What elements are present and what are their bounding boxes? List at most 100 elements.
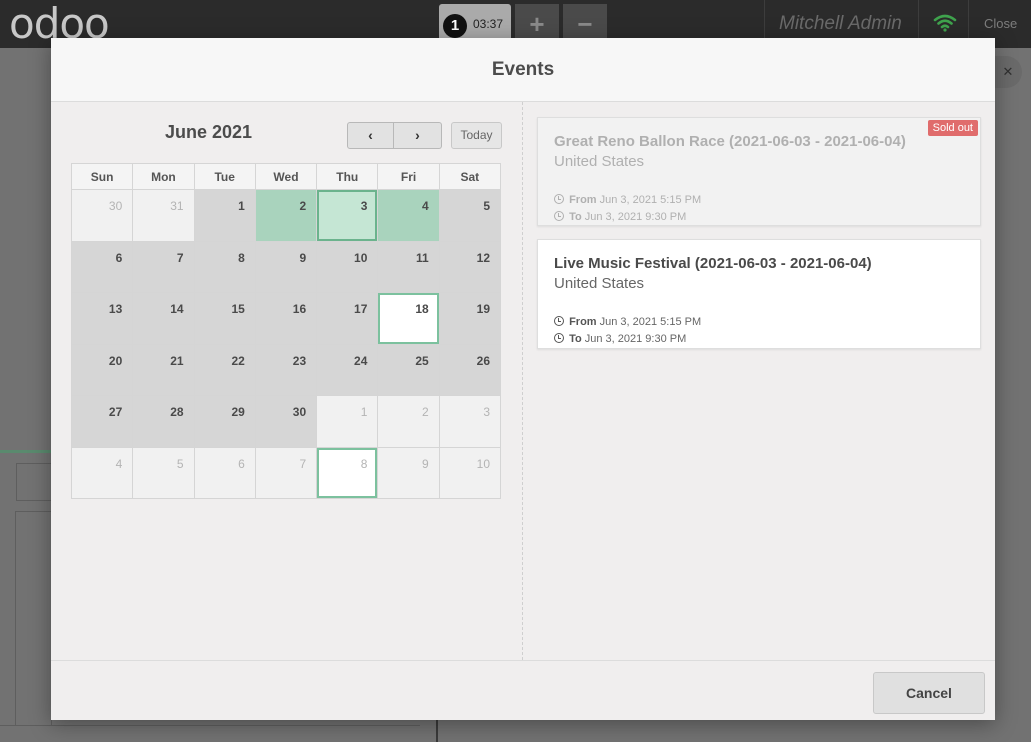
calendar-day-cell[interactable]: 1 bbox=[193, 189, 256, 242]
event-to: To Jun 3, 2021 9:30 PM bbox=[554, 333, 686, 345]
modal-title: Events bbox=[491, 59, 555, 80]
clock-icon bbox=[554, 316, 564, 326]
weekday-header: Tue bbox=[193, 163, 256, 190]
calendar-day-cell[interactable]: 27 bbox=[70, 395, 134, 448]
calendar-day-cell[interactable]: 8 bbox=[316, 446, 379, 499]
wifi-icon[interactable] bbox=[933, 14, 957, 32]
close-pos-button[interactable]: Close bbox=[984, 16, 1017, 31]
calendar-day-cell[interactable]: 11 bbox=[377, 240, 440, 293]
cancel-button[interactable]: Cancel bbox=[873, 672, 985, 714]
calendar-day-cell[interactable]: 10 bbox=[316, 240, 379, 293]
clock-icon bbox=[554, 211, 564, 221]
event-country: United States bbox=[554, 275, 645, 292]
calendar-day-cell[interactable]: 15 bbox=[193, 292, 256, 345]
weekday-header: Wed bbox=[254, 163, 318, 190]
calendar-day-cell[interactable]: 31 bbox=[132, 189, 195, 242]
today-button[interactable]: Today bbox=[451, 122, 502, 149]
order-time: 03:37 bbox=[473, 17, 504, 31]
calendar-day-cell[interactable]: 3 bbox=[438, 395, 502, 448]
calendar-day-cell[interactable]: 30 bbox=[70, 189, 134, 242]
event-card[interactable]: Live Music Festival (2021-06-03 - 2021-0… bbox=[537, 239, 981, 349]
calendar-day-cell[interactable]: 21 bbox=[132, 343, 195, 396]
calendar-day-cell[interactable]: 22 bbox=[193, 343, 256, 396]
background-box bbox=[16, 463, 52, 501]
event-title: Great Reno Ballon Race (2021-06-03 - 202… bbox=[554, 133, 906, 150]
weekday-header: Thu bbox=[316, 163, 379, 190]
event-from: From Jun 3, 2021 5:15 PM bbox=[554, 316, 701, 328]
to-label: To bbox=[569, 333, 582, 345]
background-accent-line bbox=[0, 450, 52, 453]
calendar-day-cell[interactable]: 3 bbox=[316, 189, 379, 242]
next-month-button[interactable]: › bbox=[394, 122, 442, 149]
calendar-day-cell[interactable]: 7 bbox=[254, 446, 318, 499]
calendar-day-cell[interactable]: 9 bbox=[377, 446, 440, 499]
modal-header: Events bbox=[51, 38, 995, 102]
cashier-name[interactable]: Mitchell Admin bbox=[779, 13, 902, 35]
calendar-day-cell[interactable]: 19 bbox=[438, 292, 502, 345]
to-value: Jun 3, 2021 9:30 PM bbox=[584, 333, 687, 345]
from-value: Jun 3, 2021 5:15 PM bbox=[599, 316, 702, 328]
calendar-week-row: 20 21 22 23 24 25 26 bbox=[70, 343, 502, 396]
modal-footer: Cancel bbox=[51, 660, 995, 720]
event-from: From Jun 3, 2021 5:15 PM bbox=[554, 194, 701, 206]
calendar-day-cell[interactable]: 28 bbox=[132, 395, 195, 448]
clock-icon bbox=[554, 333, 564, 343]
calendar-week-row: 27 28 29 30 1 2 3 bbox=[70, 395, 502, 448]
weekday-header: Sat bbox=[438, 163, 502, 190]
calendar-day-cell[interactable]: 16 bbox=[254, 292, 318, 345]
calendar-day-cell[interactable]: 26 bbox=[438, 343, 502, 396]
from-label: From bbox=[569, 316, 597, 328]
calendar-week-row: 6 7 8 9 10 11 12 bbox=[70, 240, 502, 293]
calendar-day-cell[interactable]: 8 bbox=[193, 240, 256, 293]
weekday-row: Sun Mon Tue Wed Thu Fri Sat bbox=[70, 163, 502, 190]
calendar-day-cell[interactable]: 4 bbox=[70, 446, 134, 499]
calendar-day-cell[interactable]: 29 bbox=[193, 395, 256, 448]
event-country: United States bbox=[554, 153, 645, 170]
calendar-day-cell[interactable]: 30 bbox=[254, 395, 318, 448]
calendar-day-cell[interactable]: 23 bbox=[254, 343, 318, 396]
from-label: From bbox=[569, 194, 597, 206]
order-number: 1 bbox=[443, 14, 467, 38]
background-line bbox=[0, 725, 420, 726]
modal-body: June 2021 ‹ › Today Sun Mon Tue Wed Thu … bbox=[51, 102, 995, 660]
calendar-day-cell[interactable]: 1 bbox=[316, 395, 379, 448]
panel-divider bbox=[522, 102, 523, 660]
calendar-day-cell[interactable]: 24 bbox=[316, 343, 379, 396]
calendar-day-cell[interactable]: 25 bbox=[377, 343, 440, 396]
calendar-day-cell[interactable]: 7 bbox=[132, 240, 195, 293]
calendar-day-cell[interactable]: 20 bbox=[70, 343, 134, 396]
calendar-day-cell[interactable]: 14 bbox=[132, 292, 195, 345]
calendar-day-cell[interactable]: 4 bbox=[377, 189, 440, 242]
calendar-week-row: 4 5 6 7 8 9 10 bbox=[70, 446, 502, 499]
to-value: Jun 3, 2021 9:30 PM bbox=[584, 211, 687, 223]
calendar-day-cell[interactable]: 2 bbox=[254, 189, 318, 242]
weekday-header: Sun bbox=[70, 163, 134, 190]
calendar-day-cell[interactable]: 2 bbox=[377, 395, 440, 448]
weekday-header: Fri bbox=[377, 163, 440, 190]
to-label: To bbox=[569, 211, 582, 223]
calendar-day-cell[interactable]: 10 bbox=[438, 446, 502, 499]
calendar-week-row: 30 31 1 2 3 4 5 bbox=[70, 189, 502, 242]
prev-month-button[interactable]: ‹ bbox=[347, 122, 394, 149]
calendar-grid: Sun Mon Tue Wed Thu Fri Sat 30 31 1 2 3 4 5 6 7 8… bbox=[70, 163, 502, 499]
from-value: Jun 3, 2021 5:15 PM bbox=[599, 194, 702, 206]
calendar-day-cell[interactable]: 5 bbox=[132, 446, 195, 499]
calendar-nav: ‹ › bbox=[347, 122, 442, 149]
calendar-day-cell[interactable]: 13 bbox=[70, 292, 134, 345]
calendar-days: 30 31 1 2 3 4 5 6 7 8 9 10 11 12 13 14 15 16 17 18 19 20 21 22 2… bbox=[70, 189, 502, 499]
calendar-day-cell[interactable]: 17 bbox=[316, 292, 379, 345]
event-to: To Jun 3, 2021 9:30 PM bbox=[554, 211, 686, 223]
background-line bbox=[436, 720, 438, 742]
event-card-sold-out: Sold out Great Reno Ballon Race (2021-06… bbox=[537, 117, 981, 226]
calendar-day-cell[interactable]: 6 bbox=[193, 446, 256, 499]
calendar-day-cell[interactable]: 9 bbox=[254, 240, 318, 293]
calendar-month-label: June 2021 bbox=[165, 122, 253, 142]
calendar-day-cell[interactable]: 18 bbox=[377, 292, 440, 345]
sold-out-badge: Sold out bbox=[927, 120, 978, 136]
calendar-day-cell[interactable]: 12 bbox=[438, 240, 502, 293]
calendar-day-cell[interactable]: 6 bbox=[70, 240, 134, 293]
clock-icon bbox=[554, 194, 564, 204]
calendar-day-cell[interactable]: 5 bbox=[438, 189, 502, 242]
event-title: Live Music Festival (2021-06-03 - 2021-0… bbox=[554, 255, 872, 272]
events-modal: Events June 2021 ‹ › Today Sun Mon Tue W… bbox=[51, 38, 995, 720]
